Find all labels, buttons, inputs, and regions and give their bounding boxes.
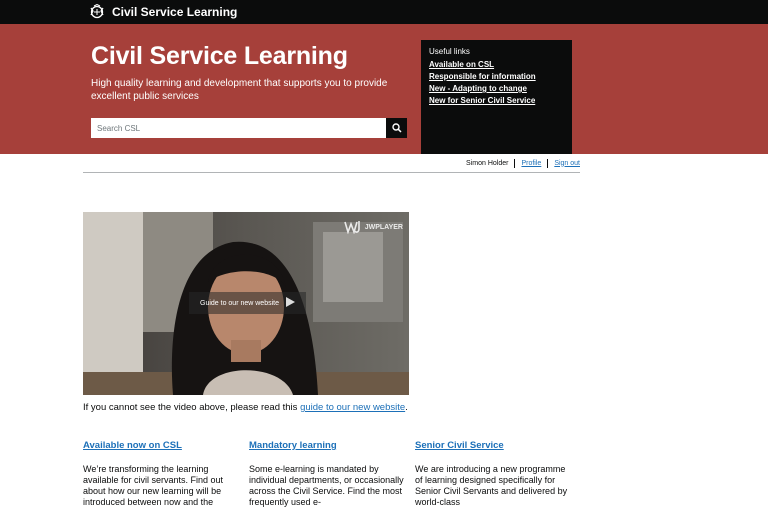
useful-link-available[interactable]: Available on CSL (429, 59, 564, 71)
column-mandatory: Mandatory learning Some e-learning is ma… (249, 440, 409, 508)
account-bar: Simon Holder Profile Sign out (466, 157, 580, 169)
useful-link-responsible[interactable]: Responsible for information (429, 71, 564, 83)
play-button[interactable]: Guide to our new website (189, 292, 306, 314)
column-heading: Senior Civil Service (415, 440, 575, 451)
play-overlay-label: Guide to our new website (200, 299, 279, 307)
video-player[interactable]: JWPLAYER Guide to our new website (83, 212, 409, 395)
column-available: Available now on CSL We’re transforming … (83, 440, 243, 508)
account-separator (514, 158, 516, 168)
mandatory-learning-link[interactable]: Mandatory learning (249, 440, 337, 451)
column-heading: Mandatory learning (249, 440, 409, 451)
column-text: Some e-learning is mandated by individua… (249, 464, 404, 507)
search-button[interactable] (386, 118, 407, 138)
hero-subtitle: High quality learning and development th… (91, 78, 388, 102)
search-icon (391, 121, 402, 136)
useful-link-adapting[interactable]: New - Adapting to change (429, 83, 564, 95)
jwplayer-logo: JWPLAYER (343, 220, 403, 234)
header-divider (83, 172, 580, 173)
account-separator (547, 158, 549, 168)
crest-icon (88, 4, 106, 20)
top-bar: Civil Service Learning (0, 0, 768, 24)
brand-link[interactable]: Civil Service Learning (88, 3, 237, 21)
sign-out-link[interactable]: Sign out (554, 160, 580, 167)
useful-link-senior[interactable]: New for Senior Civil Service (429, 95, 564, 107)
brand-label: Civil Service Learning (112, 5, 238, 19)
senior-civil-service-link[interactable]: Senior Civil Service (415, 440, 504, 451)
column-text: We’re transforming the learning availabl… (83, 464, 224, 507)
profile-link[interactable]: Profile (521, 160, 541, 167)
available-now-link[interactable]: Available now on CSL (83, 440, 182, 451)
column-text: We are introducing a new programme of le… (415, 464, 568, 507)
play-icon (285, 297, 295, 309)
useful-links-panel: Useful links Available on CSL Responsibl… (421, 40, 572, 154)
guide-link[interactable]: guide to our new website (300, 402, 405, 413)
column-senior: Senior Civil Service We are introducing … (415, 440, 575, 508)
useful-links-heading: Useful links (429, 47, 470, 56)
column-heading: Available now on CSL (83, 440, 243, 451)
caption-text: If you cannot see the video above, pleas… (83, 402, 301, 413)
video-caption: If you cannot see the video above, pleas… (83, 402, 408, 413)
caption-suffix: . (405, 402, 408, 413)
search-input[interactable] (91, 118, 386, 138)
jwplayer-label: JWPLAYER (364, 223, 403, 231)
page-title: Civil Service Learning (91, 42, 348, 70)
user-name: Simon Holder (466, 159, 509, 167)
